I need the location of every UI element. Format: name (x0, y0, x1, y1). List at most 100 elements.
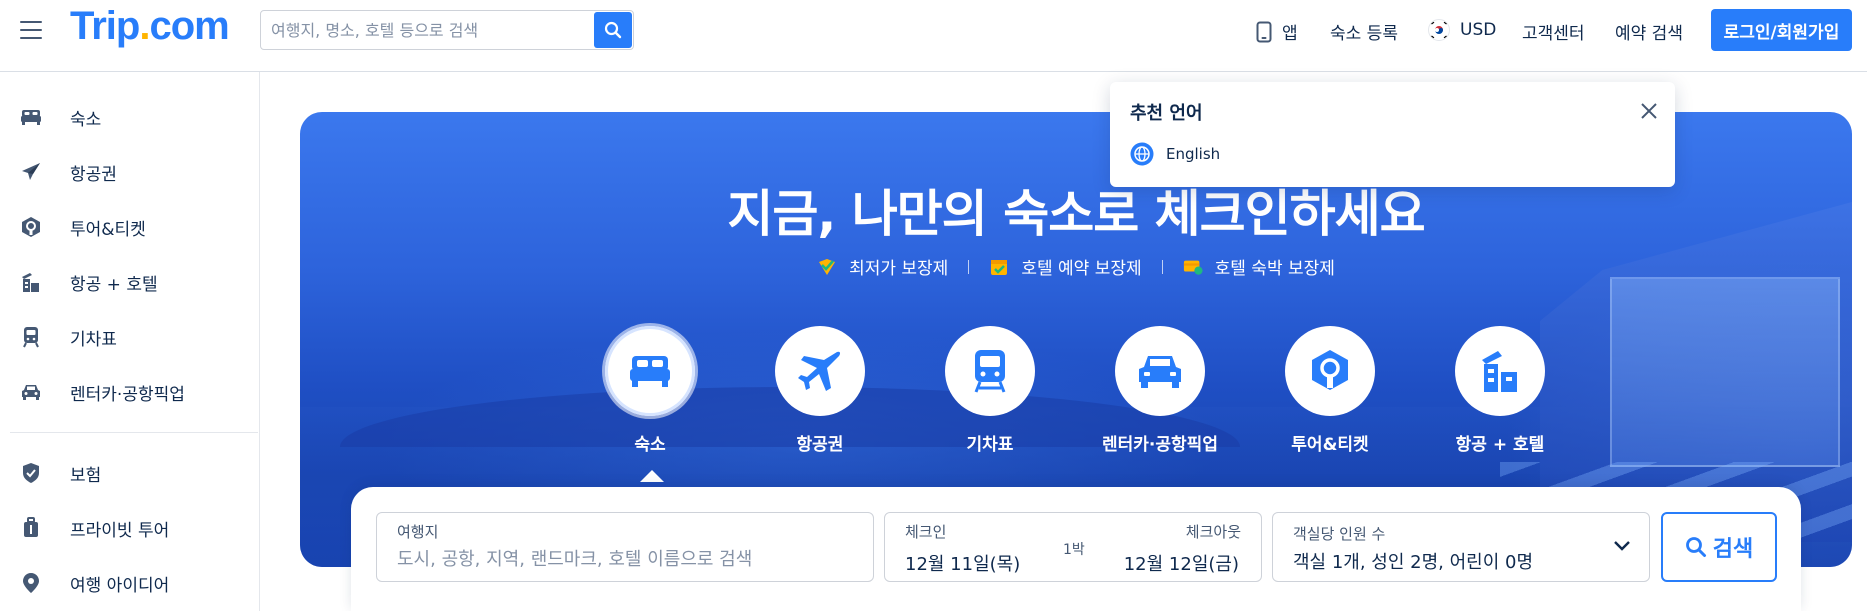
train-icon (974, 350, 1006, 393)
language-option-english[interactable]: English (1130, 142, 1220, 166)
mobile-phone-icon (1256, 21, 1272, 42)
sidebar-item-flight-hotel[interactable]: 항공 + 호텔 (0, 260, 260, 304)
trip-com-logo[interactable]: Trip.com (70, 4, 230, 49)
tab-flights[interactable]: 항공권 (735, 326, 905, 466)
sidebar-item-label: 투어&티켓 (70, 219, 146, 240)
nav-customer-service[interactable]: 고객센터 (1522, 19, 1585, 44)
sidebar-item-label: 프라이빗 투어 (70, 520, 170, 541)
language-option-label: English (1166, 145, 1221, 163)
tab-hotels[interactable]: 숙소 (565, 326, 735, 466)
tab-label: 기차표 (966, 435, 1014, 455)
train-icon (20, 326, 42, 348)
plane-icon (20, 161, 42, 183)
sidebar-item-tours-tickets[interactable]: 투어&티켓 (0, 205, 260, 249)
tab-tours-tickets[interactable]: 투어&티켓 (1245, 326, 1415, 466)
logo-brand: Trip (70, 4, 140, 48)
checkout-label: 체크아웃 (1185, 523, 1241, 541)
flight-hotel-icon (20, 271, 42, 293)
login-signup-button[interactable]: 로그인/회원가입 (1711, 9, 1852, 51)
sidebar-item-private-tours[interactable]: 프라이빗 투어 (0, 506, 260, 550)
date-range-field[interactable]: 체크인 12월 11일(목) 1박 체크아웃 12월 12일(금) (884, 512, 1262, 582)
popover-title: 추천 언어 (1130, 103, 1203, 124)
popover-notch (1440, 72, 1454, 82)
tab-label: 렌터카·공항픽업 (1102, 435, 1218, 455)
tab-flights-circle (775, 326, 865, 416)
sidebar-item-travel-ideas[interactable]: 여행 아이디어 (0, 561, 260, 605)
calendar-check-icon (989, 257, 1009, 277)
guarantee-booking[interactable]: 호텔 예약 보장제 (989, 254, 1142, 279)
hotel-search-panel: 여행지 체크인 12월 11일(목) 1박 체크아웃 12월 12일(금) 객실… (351, 487, 1801, 611)
guarantee-label: 호텔 숙박 보장제 (1214, 259, 1335, 279)
nav-customer-service-label: 고객센터 (1522, 24, 1585, 44)
checkin-label: 체크인 (905, 523, 947, 541)
ferris-wheel-icon (1312, 350, 1348, 390)
destination-label: 여행지 (397, 523, 439, 541)
nav-app-label: 앱 (1282, 24, 1298, 44)
left-sidebar: 숙소 항공권 투어&티켓 항공 + 호텔 기차표 렌터카·공항픽업 보험 프라이… (0, 72, 260, 611)
tab-tours-tickets-circle (1285, 326, 1375, 416)
luggage-icon (20, 517, 42, 539)
checkin-date: 12월 11일(목) (905, 554, 1021, 575)
hotel-search-button-label: 검색 (1712, 537, 1754, 562)
sidebar-item-label: 항공 + 호텔 (70, 274, 158, 295)
sidebar-item-flights[interactable]: 항공권 (0, 150, 260, 194)
sidebar-item-hotels[interactable]: 숙소 (0, 95, 260, 139)
search-icon (604, 21, 622, 39)
top-header: Trip.com 앱 숙소 등록 USD 고객센터 예약 검색 로그인/회원가입 (0, 0, 1867, 72)
tab-flight-hotel-circle (1455, 326, 1545, 416)
hotel-search-button[interactable]: 검색 (1661, 512, 1777, 582)
checkout-date: 12월 12일(금) (1123, 554, 1239, 575)
globe-icon (1130, 142, 1154, 166)
tab-flight-hotel[interactable]: 항공 + 호텔 (1415, 326, 1585, 466)
sidebar-item-label: 보험 (70, 465, 102, 486)
logo-tld: com (149, 4, 229, 48)
sidebar-item-label: 여행 아이디어 (70, 575, 170, 596)
nav-app[interactable]: 앱 (1256, 19, 1298, 44)
nav-currency-language[interactable]: USD (1428, 19, 1496, 41)
logo-dot: . (139, 4, 150, 48)
nav-currency-label: USD (1460, 20, 1497, 40)
tab-label: 숙소 (634, 435, 666, 455)
tab-car-rental[interactable]: 렌터카·공항픽업 (1075, 326, 1245, 466)
car-icon (20, 381, 42, 403)
guarantee-label: 최저가 보장제 (849, 259, 949, 279)
close-icon[interactable] (1640, 102, 1658, 120)
nav-find-booking[interactable]: 예약 검색 (1615, 19, 1683, 44)
menu-icon[interactable] (20, 21, 42, 41)
pin-icon (20, 572, 42, 594)
sidebar-divider (10, 432, 258, 433)
sidebar-item-label: 렌터카·공항픽업 (70, 384, 185, 405)
destination-field[interactable]: 여행지 (376, 512, 874, 582)
guarantee-separator (968, 259, 970, 274)
check-heart-icon (817, 257, 837, 277)
car-icon (1139, 356, 1181, 388)
global-search-button[interactable] (594, 12, 632, 48)
guarantee-separator (1161, 259, 1163, 274)
nav-list-property[interactable]: 숙소 등록 (1330, 19, 1398, 44)
tab-trains[interactable]: 기차표 (905, 326, 1075, 466)
tab-label: 항공권 (796, 435, 844, 455)
sidebar-item-label: 기차표 (70, 329, 117, 350)
nights-count: 1박 (1063, 542, 1085, 558)
global-search-input[interactable] (271, 11, 591, 49)
korea-flag-icon (1428, 19, 1450, 41)
chevron-down-icon (1614, 541, 1630, 551)
guarantee-label: 호텔 예약 보장제 (1021, 259, 1142, 279)
tab-hotels-circle (605, 326, 695, 416)
guarantee-stay[interactable]: 호텔 숙박 보장제 (1183, 254, 1335, 279)
guests-value: 객실 1개, 성인 2명, 어린이 0명 (1293, 552, 1534, 573)
sidebar-item-trains[interactable]: 기차표 (0, 315, 260, 359)
bed-icon (630, 356, 670, 387)
destination-input[interactable] (397, 545, 857, 573)
guests-label: 객실당 인원 수 (1293, 525, 1386, 543)
guarantee-lowest-price[interactable]: 최저가 보장제 (817, 254, 948, 279)
flight-hotel-icon (1482, 351, 1517, 392)
category-tabs: 숙소 항공권 기차표 렌터카·공항픽업 투어&티켓 항공 + 호텔 (300, 326, 1852, 466)
card-shield-icon (1183, 257, 1203, 277)
sidebar-item-insurance[interactable]: 보험 (0, 451, 260, 495)
language-suggestion-popover: 추천 언어 English (1110, 82, 1675, 187)
guests-field[interactable]: 객실당 인원 수 객실 1개, 성인 2명, 어린이 0명 (1272, 512, 1650, 582)
sidebar-item-label: 항공권 (70, 164, 117, 185)
plane-icon (798, 351, 841, 391)
sidebar-item-car-rental[interactable]: 렌터카·공항픽업 (0, 370, 260, 414)
